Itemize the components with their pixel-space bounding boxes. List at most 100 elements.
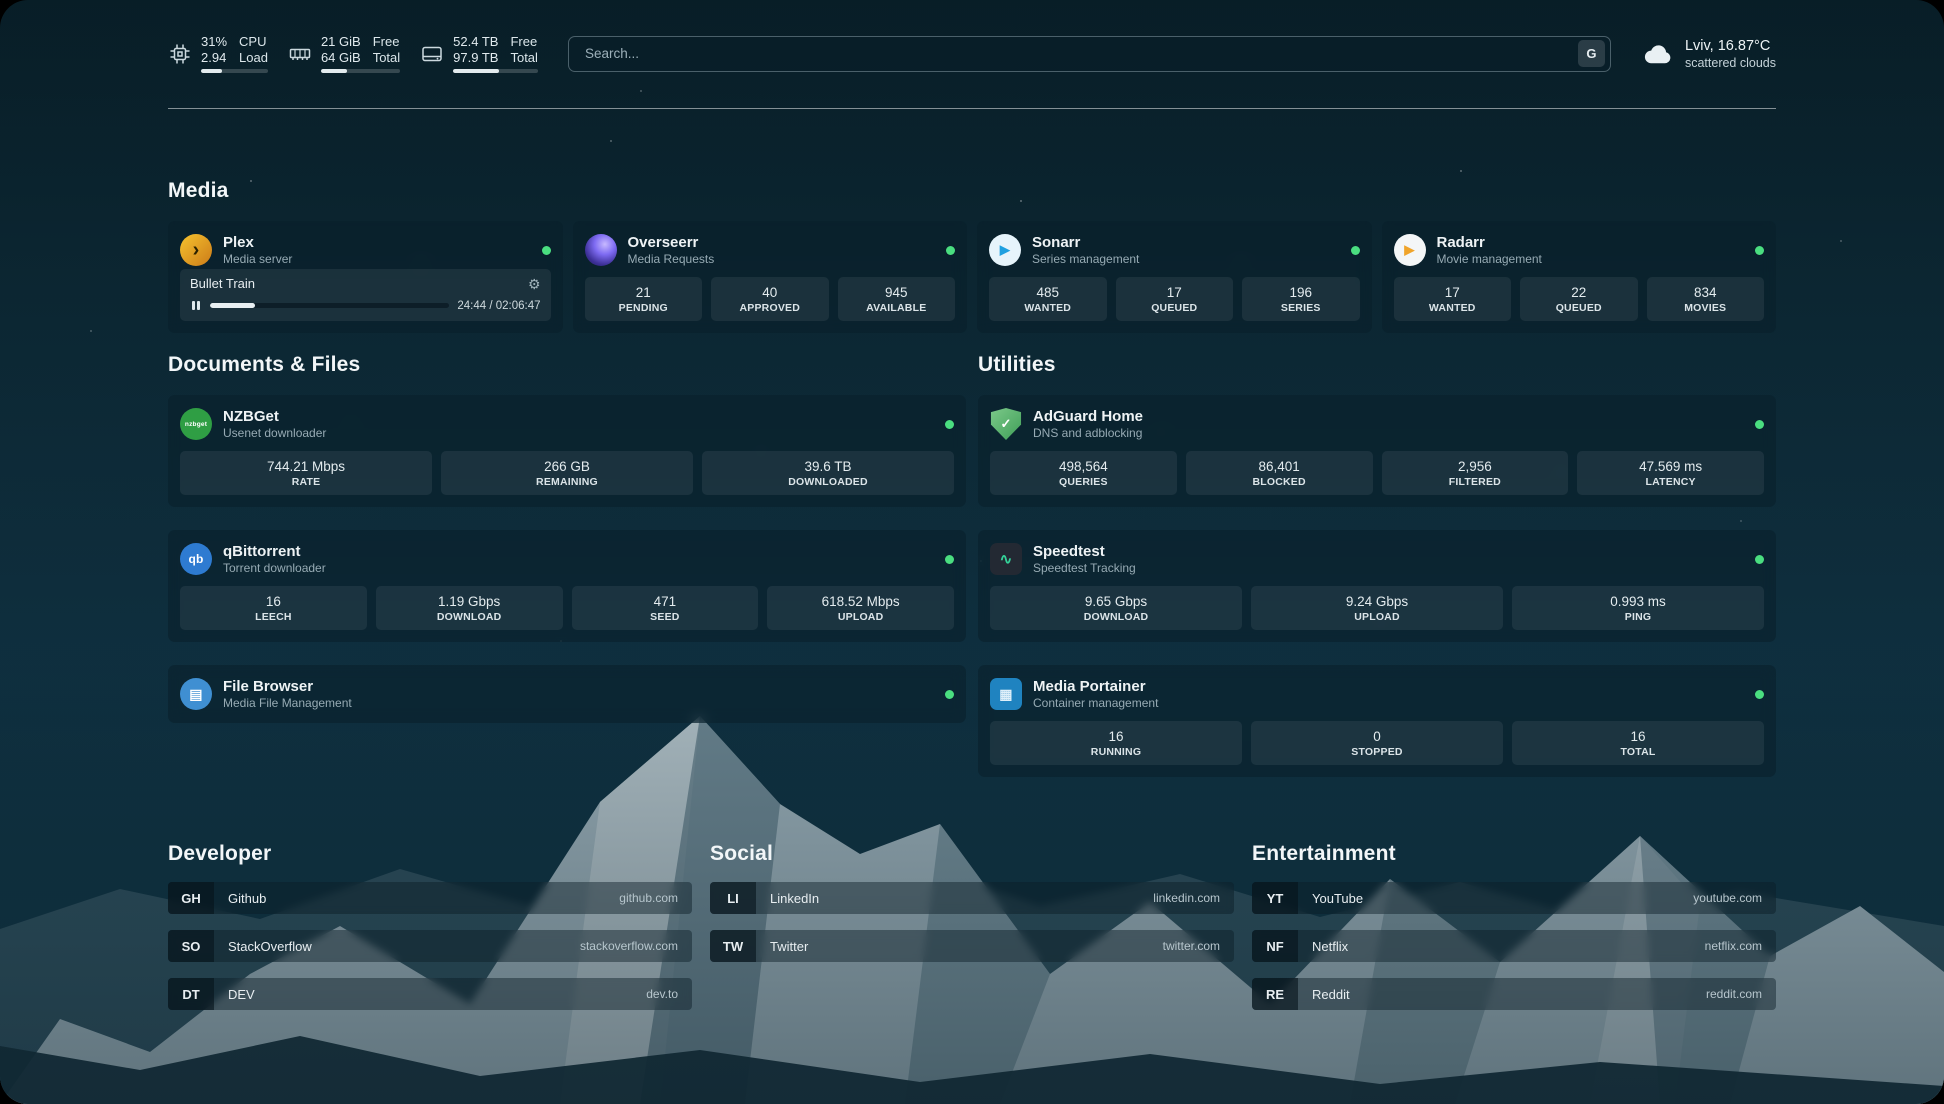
stat-label: UPLOAD [1255, 611, 1499, 624]
bookmark-url: reddit.com [1692, 987, 1776, 1001]
bookmark-dev[interactable]: DTDEVdev.to [168, 978, 692, 1010]
bookmark-abbr: GH [168, 882, 214, 914]
section-title: Developer [168, 842, 692, 866]
stat-value: 834 [1651, 284, 1761, 301]
stat-value: 47.569 ms [1581, 458, 1760, 475]
section-title: Entertainment [1252, 842, 1776, 866]
stat-value: 16 [994, 728, 1238, 745]
card-header: ▶SonarrSeries management [989, 233, 1360, 267]
stat-label: UPLOAD [771, 611, 950, 624]
service-name: qBittorrent [223, 542, 934, 561]
stat-download: 1.19 GbpsDOWNLOAD [376, 586, 563, 630]
service-name: Media Portainer [1033, 677, 1744, 696]
utilities-column: Utilities ✓AdGuard HomeDNS and adblockin… [978, 353, 1776, 777]
search-provider-button[interactable]: G [1578, 40, 1605, 67]
playback-progress[interactable] [210, 303, 450, 308]
stat-upload: 618.52 MbpsUPLOAD [767, 586, 954, 630]
bookmark-abbr: NF [1252, 930, 1298, 962]
disk-icon [420, 42, 444, 66]
weather-location: Lviv, 16.87°C [1685, 37, 1776, 55]
card-header: ∿SpeedtestSpeedtest Tracking [990, 542, 1764, 576]
stat-label: LATENCY [1581, 476, 1760, 489]
search-bar[interactable]: G [568, 36, 1611, 72]
status-dot [1755, 690, 1764, 699]
stat-leech: 16LEECH [180, 586, 367, 630]
bookmark-youtube[interactable]: YTYouTubeyoutube.com [1252, 882, 1776, 914]
status-dot [542, 246, 551, 255]
section-title-utilities: Utilities [978, 353, 1776, 377]
resource-widget-cpu: 31%CPU2.94Load [168, 34, 268, 73]
stat-value: 945 [842, 284, 952, 301]
service-name: NZBGet [223, 407, 934, 426]
stat-value: 22 [1524, 284, 1634, 301]
service-name: File Browser [223, 677, 934, 696]
section-title-media: Media [168, 179, 1776, 203]
service-subtitle: Torrent downloader [223, 561, 934, 576]
service-card-nzbget[interactable]: nzbgetNZBGetUsenet downloader744.21 Mbps… [168, 395, 966, 507]
documents-cards: nzbgetNZBGetUsenet downloader744.21 Mbps… [168, 395, 966, 723]
stat-downloaded: 39.6 TBDOWNLOADED [702, 451, 954, 495]
stat-value: 1.19 Gbps [380, 593, 559, 610]
stat-total: 16TOTAL [1512, 721, 1764, 765]
section-title-documents: Documents & Files [168, 353, 966, 377]
service-name: AdGuard Home [1033, 407, 1744, 426]
filebrowser-icon: ▤ [180, 678, 212, 710]
stat-label: QUEUED [1120, 302, 1230, 315]
bookmark-linkedin[interactable]: LILinkedInlinkedin.com [710, 882, 1234, 914]
bookmark-group-social: SocialLILinkedInlinkedin.comTWTwittertwi… [710, 842, 1234, 1026]
bookmark-name: StackOverflow [214, 939, 566, 954]
stat-download: 9.65 GbpsDOWNLOAD [990, 586, 1242, 630]
stat-pending: 21PENDING [585, 277, 703, 321]
bookmark-abbr: RE [1252, 978, 1298, 1010]
memory-icon [288, 42, 312, 66]
service-subtitle: Media server [223, 252, 531, 267]
resource-label: CPU [239, 34, 268, 50]
stat-upload: 9.24 GbpsUPLOAD [1251, 586, 1503, 630]
overseerr-icon [585, 234, 617, 266]
service-card-sonarr[interactable]: ▶SonarrSeries management485WANTED17QUEUE… [977, 221, 1372, 333]
bookmark-name: DEV [214, 987, 632, 1002]
service-card-filebrowser[interactable]: ▤File BrowserMedia File Management [168, 665, 966, 723]
settings-icon[interactable]: ⚙ [528, 277, 541, 291]
service-card-plex[interactable]: ›PlexMedia serverBullet Train⚙24:44 / 02… [168, 221, 563, 333]
stat-wanted: 17WANTED [1394, 277, 1512, 321]
bookmark-netflix[interactable]: NFNetflixnetflix.com [1252, 930, 1776, 962]
stat-movies: 834MOVIES [1647, 277, 1765, 321]
stat-value: 471 [576, 593, 755, 610]
stat-label: BLOCKED [1190, 476, 1369, 489]
bookmark-reddit[interactable]: RERedditreddit.com [1252, 978, 1776, 1010]
service-name: Overseerr [628, 233, 936, 252]
bookmark-twitter[interactable]: TWTwittertwitter.com [710, 930, 1234, 962]
stat-queries: 498,564QUERIES [990, 451, 1177, 495]
service-card-overseerr[interactable]: OverseerrMedia Requests21PENDING40APPROV… [573, 221, 968, 333]
bookmark-abbr: SO [168, 930, 214, 962]
resource-label: Total [373, 50, 400, 66]
bookmark-name: Github [214, 891, 605, 906]
service-card-speedtest[interactable]: ∿SpeedtestSpeedtest Tracking 9.65 GbpsDOW… [978, 530, 1776, 642]
cpu-icon [168, 42, 192, 66]
service-card-portainer[interactable]: ▦Media PortainerContainer management16RU… [978, 665, 1776, 777]
pause-button[interactable] [190, 299, 202, 312]
qbittorrent-icon: qb [180, 543, 212, 575]
bookmark-name: Reddit [1298, 987, 1692, 1002]
resource-value: 31% [201, 34, 227, 50]
bookmark-github[interactable]: GHGithubgithub.com [168, 882, 692, 914]
bookmark-stackoverflow[interactable]: SOStackOverflowstackoverflow.com [168, 930, 692, 962]
stat-label: PING [1516, 611, 1760, 624]
divider [168, 108, 1776, 109]
resource-widgets: 31%CPU2.94Load21 GiBFree64 GiBTotal52.4 … [168, 34, 538, 73]
stat-label: QUEUED [1524, 302, 1634, 315]
service-card-qbittorrent[interactable]: qbqBittorrentTorrent downloader16LEECH1.… [168, 530, 966, 642]
cloud-icon [1641, 37, 1675, 71]
stat-value: 86,401 [1190, 458, 1369, 475]
bookmarks-section: Developer GHGithubgithub.com SOStackOverfl… [168, 842, 1776, 1026]
bookmark-abbr: LI [710, 882, 756, 914]
service-card-radarr[interactable]: ▶RadarrMovie management17WANTED22QUEUED8… [1382, 221, 1777, 333]
search-input[interactable] [583, 45, 1578, 62]
stat-label: STOPPED [1255, 746, 1499, 759]
resource-progress [453, 69, 538, 73]
resource-label: Load [239, 50, 268, 66]
service-card-adguard[interactable]: ✓AdGuard HomeDNS and adblocking498,564QU… [978, 395, 1776, 507]
service-subtitle: Usenet downloader [223, 426, 934, 441]
stat-latency: 47.569 msLATENCY [1577, 451, 1764, 495]
